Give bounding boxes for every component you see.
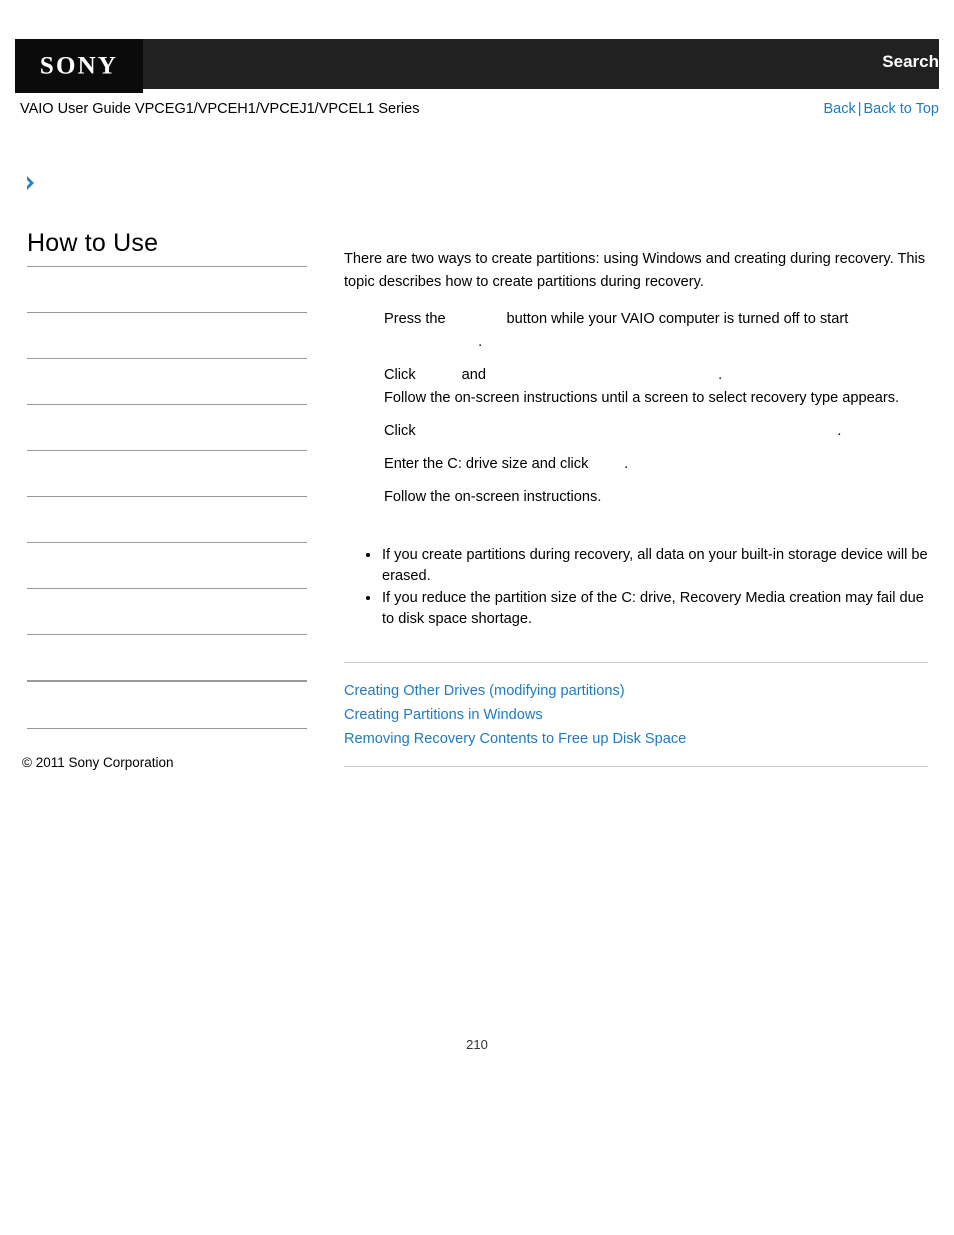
chevron-right-icon bbox=[25, 175, 39, 191]
sidebar-divider bbox=[27, 312, 307, 313]
notes-list: If you create partitions during recovery… bbox=[344, 545, 928, 630]
related-link-creating-other-drives[interactable]: Creating Other Drives (modifying partiti… bbox=[344, 683, 625, 699]
content-divider bbox=[344, 662, 928, 663]
note-item: If you reduce the partition size of the … bbox=[366, 588, 928, 630]
related-link-removing-recovery-contents[interactable]: Removing Recovery Contents to Free up Di… bbox=[344, 731, 686, 747]
step-text-before: Press the bbox=[384, 311, 446, 327]
breadcrumb[interactable] bbox=[25, 172, 45, 194]
sidebar-divider bbox=[27, 542, 307, 543]
content-divider-bottom bbox=[344, 766, 928, 767]
sidebar-divider bbox=[27, 266, 307, 267]
step-text-after: . bbox=[478, 334, 483, 350]
note-item: If you create partitions during recovery… bbox=[366, 545, 928, 587]
step-text-before: Click bbox=[384, 423, 416, 439]
page-number: 210 bbox=[466, 1037, 488, 1052]
sony-logo-text: SONY bbox=[39, 52, 119, 80]
related-link-creating-partitions-in-windows[interactable]: Creating Partitions in Windows bbox=[344, 707, 543, 723]
sidebar-divider bbox=[27, 588, 307, 589]
step-item-6: Follow the on-screen instructions. bbox=[384, 486, 928, 509]
step-text-after: . bbox=[837, 423, 842, 439]
step-text-middle: button while your VAIO computer is turne… bbox=[506, 311, 849, 327]
step-text-after: . bbox=[624, 456, 629, 472]
list-item: Removing Recovery Contents to Free up Di… bbox=[344, 729, 928, 750]
subheader-nav: Back | Back to Top bbox=[823, 101, 939, 117]
list-item: Creating Other Drives (modifying partiti… bbox=[344, 681, 928, 702]
copyright-notice: © 2011 Sony Corporation bbox=[22, 755, 174, 770]
step-item-5: Enter the C: drive size and click Next. bbox=[384, 453, 928, 476]
search-link[interactable]: Search bbox=[882, 52, 939, 72]
sidebar-divider bbox=[27, 358, 307, 359]
sidebar-divider bbox=[27, 728, 307, 729]
sidebar-divider bbox=[27, 404, 307, 405]
sidebar-divider bbox=[27, 634, 307, 635]
sony-logo[interactable]: SONY bbox=[15, 39, 143, 93]
sidebar-divider-emphasis bbox=[27, 680, 307, 682]
step-item-2: Click Tools and Start Advanced Recovery … bbox=[384, 364, 928, 387]
sidebar-divider bbox=[27, 496, 307, 497]
procedure-steps: Press the ASSIST button while your VAIO … bbox=[344, 308, 928, 509]
step-item-3: Follow the on-screen instructions until … bbox=[384, 387, 928, 410]
back-link[interactable]: Back bbox=[823, 101, 855, 117]
site-header-bar bbox=[15, 39, 939, 89]
main-content: There are two ways to create partitions:… bbox=[344, 248, 928, 767]
step-text-before: Enter the C: drive size and click bbox=[384, 456, 589, 472]
sidebar: How to Use bbox=[27, 228, 307, 729]
step-text-before: Follow the on-screen instructions. bbox=[384, 489, 602, 505]
step-text-before: Follow the on-screen instructions until … bbox=[384, 390, 900, 406]
step-text-after: . bbox=[718, 367, 723, 383]
subheader: VAIO User Guide VPCEG1/VPCEH1/VPCEJ1/VPC… bbox=[20, 101, 939, 123]
sidebar-title: How to Use bbox=[27, 229, 159, 257]
step-item-4: Click Custom recovery - Erase everything… bbox=[384, 420, 928, 443]
step-text-before: Click bbox=[384, 367, 416, 383]
sidebar-divider bbox=[27, 450, 307, 451]
step-text-middle: and bbox=[461, 367, 486, 383]
related-links-list: Creating Other Drives (modifying partiti… bbox=[344, 681, 928, 750]
list-item: Creating Partitions in Windows bbox=[344, 705, 928, 726]
step-item-1: Press the ASSIST button while your VAIO … bbox=[384, 308, 928, 354]
guide-title: VAIO User Guide VPCEG1/VPCEH1/VPCEJ1/VPC… bbox=[20, 101, 420, 117]
back-to-top-link[interactable]: Back to Top bbox=[863, 101, 939, 117]
intro-paragraph: There are two ways to create partitions:… bbox=[344, 251, 926, 290]
